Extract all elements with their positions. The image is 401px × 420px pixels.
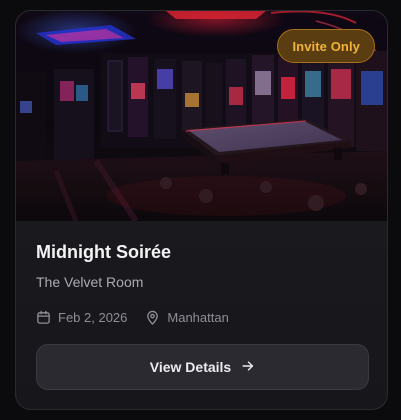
map-pin-icon xyxy=(145,310,160,325)
event-hero-image: Invite Only xyxy=(16,11,387,221)
view-details-button[interactable]: View Details xyxy=(36,344,369,390)
view-details-label: View Details xyxy=(149,359,232,375)
event-date: Feb 2, 2026 xyxy=(36,310,127,325)
event-location-text: Manhattan xyxy=(167,309,229,325)
arrow-right-icon xyxy=(241,359,255,376)
event-card[interactable]: Invite Only Midnight Soirée The Velvet R… xyxy=(15,10,388,410)
calendar-icon xyxy=(36,310,51,325)
event-date-text: Feb 2, 2026 xyxy=(58,309,128,325)
event-location: Manhattan xyxy=(145,309,229,325)
invite-only-badge: Invite Only xyxy=(277,29,375,63)
event-title: Midnight Soirée xyxy=(36,242,171,262)
event-meta: Feb 2, 2026 Manhattan xyxy=(36,307,229,327)
event-venue: The Velvet Room xyxy=(36,274,144,290)
